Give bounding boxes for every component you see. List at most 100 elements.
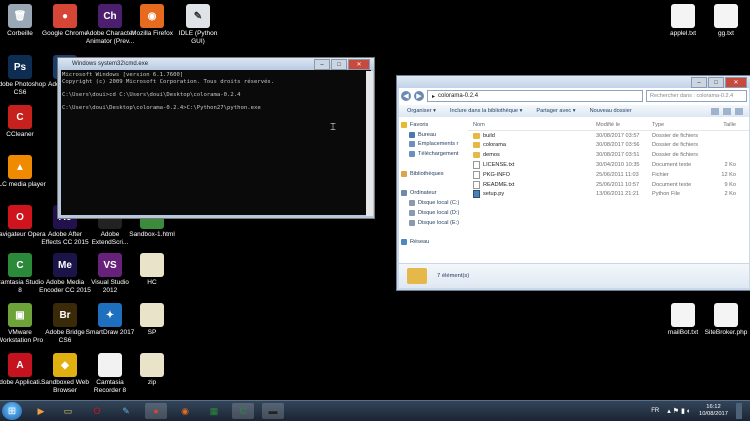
console-output[interactable]: Microsoft Windows [version 6.1.7600] Copy… <box>62 72 364 214</box>
downloads-icon <box>409 151 415 158</box>
nav-item-label: Bureau <box>418 131 437 138</box>
desktop-shortcut-firefox[interactable]: ◉ Mozilla Firefox <box>126 4 178 38</box>
toolbar-button[interactable]: Nouveau dossier <box>590 108 632 114</box>
desktop-shortcut-hc[interactable]: HC <box>126 253 178 287</box>
media-encoder-icon: Me <box>53 253 77 277</box>
column-type[interactable]: Type <box>652 122 706 128</box>
python-file-icon <box>473 190 480 199</box>
nav-item[interactable]: Téléchargement <box>399 149 466 159</box>
file-row[interactable]: setup.py 13/06/2011 21:21 Python File 2 Ko <box>468 190 749 200</box>
nav-item[interactable]: Favoris <box>399 120 466 130</box>
desktop-shortcut-sitebroker[interactable]: SiteBroker.php <box>700 303 750 337</box>
adobe-character-animator-icon: Ch <box>98 4 122 28</box>
nav-item-label: Bibliothèques <box>410 170 444 177</box>
help-icon[interactable] <box>735 107 743 115</box>
vlc-icon: ▲ <box>8 155 32 179</box>
nav-item[interactable]: Bureau <box>399 130 466 140</box>
nav-item-label: Réseau <box>410 239 430 246</box>
file-modified: 13/06/2011 21:21 <box>596 191 640 198</box>
desktop-shortcut-label: Mozilla Firefox <box>131 30 173 37</box>
recent-places-icon <box>409 141 415 148</box>
file-row[interactable]: LICENSE.txt 30/04/2010 10:35 Document text… <box>468 160 749 170</box>
nav-item-label: Emplacements r <box>418 141 459 148</box>
command-prompt-icon[interactable]: ▬ <box>262 403 284 419</box>
folder-icon <box>473 142 480 149</box>
mouse-cursor-icon: ⌶ <box>330 122 336 133</box>
file-row[interactable]: build 30/08/2017 03:57 Dossier de fichiers <box>468 131 749 141</box>
desktop-shortcut-gg[interactable]: gg.txt <box>700 4 750 38</box>
desktop-shortcut-ccleaner[interactable]: C CCleaner <box>0 105 46 139</box>
file-explorer-icon[interactable]: ▭ <box>57 403 79 419</box>
toolbar-button[interactable]: Organiser ▾ <box>407 108 436 114</box>
vmware-icon: ▣ <box>8 303 32 327</box>
file-name: demos <box>483 152 500 159</box>
console-scrollbar[interactable] <box>366 71 373 216</box>
nav-item[interactable]: Disque local (D:) <box>399 208 466 218</box>
file-size: 9 Ko <box>724 181 736 188</box>
desktop-shortcut-zip[interactable]: zip <box>126 353 178 387</box>
file-row[interactable]: PKG-INFO 25/06/2011 11:03 Fichier 12 Ko <box>468 170 749 180</box>
explorer-title-bar[interactable]: – □ ✕ <box>397 76 750 88</box>
media-player-icon[interactable]: ▶ <box>30 403 52 419</box>
preview-pane-icon[interactable] <box>723 107 731 115</box>
column-name[interactable]: Nom <box>468 122 596 128</box>
column-size[interactable]: Taille <box>706 122 736 128</box>
notes-icon[interactable]: ✎ <box>115 403 137 419</box>
nav-item[interactable]: Ordinateur <box>399 189 466 199</box>
desktop-shortcut-label: gg.txt <box>718 30 734 37</box>
console-title: Windows system32\cmd.exe <box>72 61 149 67</box>
column-modified[interactable]: Modifié le <box>596 122 652 128</box>
desktop-shortcut-idle[interactable]: ✎ IDLE (Python GUI) <box>172 4 224 45</box>
nav-item[interactable]: Emplacements r <box>399 140 466 150</box>
file-name: build <box>483 132 495 139</box>
network-icon <box>401 239 407 246</box>
nav-item[interactable]: Disque local (E:) <box>399 218 466 228</box>
minimize-button[interactable]: – <box>691 77 707 88</box>
folder-path-icon: ▸ <box>432 93 436 100</box>
nav-item[interactable]: Réseau <box>399 238 466 248</box>
nav-item[interactable]: Disque local (C:) <box>399 198 466 208</box>
explorer-window[interactable]: – □ ✕ ◀ ▶ ▸ colorama-0.2.4 Rechercher da… <box>396 75 750 291</box>
show-desktop-button[interactable] <box>736 403 742 419</box>
visual-studio-icon: VS <box>98 253 122 277</box>
spreadsheet-icon[interactable]: ▦ <box>203 403 225 419</box>
search-input[interactable]: Rechercher dans : colorama-0.2.4 <box>646 90 747 102</box>
toolbar-button[interactable]: Inclure dans la bibliothèque ▾ <box>450 108 522 114</box>
recycle-bin-icon: 🗑 <box>8 4 32 28</box>
forward-arrow-icon[interactable]: ▶ <box>414 91 424 101</box>
toolbar-button[interactable]: Partager avec ▾ <box>536 108 575 114</box>
desktop-shortcut-sp[interactable]: SP <box>126 303 178 337</box>
view-options-icon[interactable] <box>711 107 719 115</box>
file-row[interactable]: demos 30/08/2017 03:51 Dossier de fichiers <box>468 150 749 160</box>
camtasia-icon[interactable]: C <box>232 403 254 419</box>
firefox-icon[interactable]: ◉ <box>174 403 196 419</box>
language-indicator[interactable]: FR <box>651 408 659 414</box>
desktop-shortcut-vlc[interactable]: ▲ VLC media player <box>0 155 46 189</box>
maximize-button[interactable]: □ <box>708 77 724 88</box>
clock[interactable]: 16:12 10/08/2017 <box>699 404 728 418</box>
file-type: Dossier de fichiers <box>652 142 699 149</box>
console-title-bar[interactable]: Windows system32\cmd.exe – □ ✕ <box>58 58 374 70</box>
address-bar[interactable]: ▸ colorama-0.2.4 <box>427 90 643 102</box>
desktop-shortcut-label: zip <box>147 379 157 386</box>
nav-item-label: Disque local (E:) <box>418 219 460 226</box>
back-arrow-icon[interactable]: ◀ <box>401 91 411 101</box>
file-row[interactable]: README.txt 25/06/2011 10:57 Document texte… <box>468 180 749 190</box>
close-button[interactable]: ✕ <box>725 77 747 88</box>
firefox-icon: ◉ <box>140 4 164 28</box>
close-button[interactable]: ✕ <box>348 59 370 70</box>
command-prompt-window[interactable]: Windows system32\cmd.exe – □ ✕ Microsoft… <box>57 57 375 219</box>
opera-icon: O <box>8 205 32 229</box>
chrome-icon[interactable]: ● <box>145 403 167 419</box>
opera-icon[interactable]: O <box>86 403 108 419</box>
minimize-button[interactable]: – <box>314 59 330 70</box>
tray-icons[interactable]: ▴ ⚑ ▮ ◐ <box>667 407 691 415</box>
maximize-button[interactable]: □ <box>331 59 347 70</box>
file-row[interactable]: colorama 30/08/2017 03:56 Dossier de fichi… <box>468 141 749 151</box>
nav-item[interactable]: Bibliothèques <box>399 169 466 179</box>
start-button[interactable]: ⊞ <box>2 402 22 420</box>
drive-icon <box>409 219 415 226</box>
camtasia-icon: C <box>8 253 32 277</box>
text-file-icon <box>671 303 695 327</box>
